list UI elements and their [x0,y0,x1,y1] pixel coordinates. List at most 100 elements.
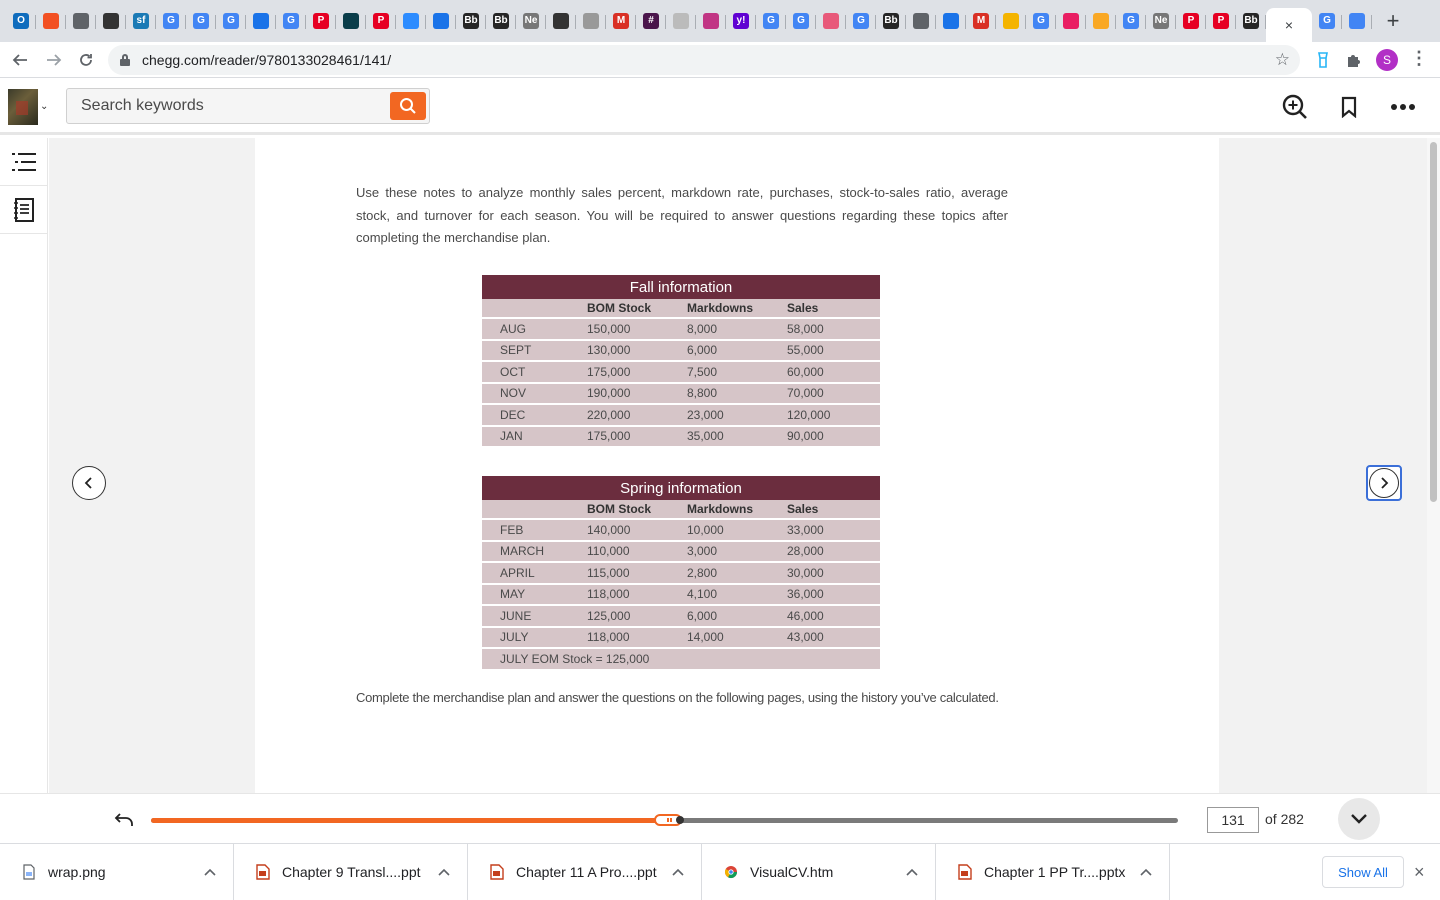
browser-tab[interactable] [336,6,366,36]
address-bar[interactable]: chegg.com/reader/9780133028461/141/ ☆ [108,45,1300,75]
month-cell: MARCH [482,541,587,563]
puzzle-icon[interactable] [1345,51,1363,69]
close-downloads-icon[interactable]: × [1414,862,1425,883]
progress-fill [151,818,668,823]
browser-tab[interactable] [816,6,846,36]
browser-tab[interactable] [546,6,576,36]
value-cell: 7,500 [687,362,787,384]
download-item[interactable]: Chapter 11 A Pro....ppt [468,843,702,900]
browser-tab[interactable]: Ne [516,6,546,36]
new-tab-button[interactable]: + [1378,6,1408,36]
browser-tab[interactable] [1342,6,1372,36]
table-of-contents-button[interactable] [0,138,48,186]
browser-tab[interactable]: O [6,6,36,36]
browser-tab[interactable]: G [1312,6,1342,36]
page-number-input[interactable] [1207,807,1259,833]
browser-tab[interactable]: Bb [1236,6,1266,36]
chevron-up-icon[interactable] [1139,865,1153,879]
browser-tab[interactable] [36,6,66,36]
return-button[interactable] [112,808,136,832]
browser-tab[interactable]: Ne [1146,6,1176,36]
chevron-up-icon[interactable] [203,865,217,879]
browser-tab[interactable]: sf [126,6,156,36]
chevron-down-icon[interactable]: ⌄ [40,101,48,112]
browser-tab[interactable]: P [1176,6,1206,36]
browser-tab[interactable] [246,6,276,36]
browser-tab[interactable]: y! [726,6,756,36]
search-input[interactable] [81,97,381,115]
search-button[interactable] [390,92,426,120]
bookmark-icon[interactable] [1335,93,1363,121]
fall-table-title: Fall information [482,275,880,299]
next-page-focus-ring [1366,465,1402,501]
extension-icon[interactable] [1314,51,1332,69]
show-all-downloads-button[interactable]: Show All [1322,856,1404,888]
value-cell: 70,000 [787,383,880,405]
browser-tab[interactable] [426,6,456,36]
vertical-scrollbar[interactable] [1427,138,1440,793]
browser-tab[interactable]: G [186,6,216,36]
browser-tab[interactable] [1056,6,1086,36]
zoom-in-icon[interactable] [1281,93,1309,121]
book-cover-thumbnail[interactable] [8,89,38,125]
browser-menu-icon[interactable]: ⋮ [1410,48,1428,69]
chevron-up-icon[interactable] [437,865,451,879]
month-cell: JAN [482,426,587,448]
scrollbar-thumb[interactable] [1430,142,1437,502]
browser-tab[interactable]: G [756,6,786,36]
browser-tab[interactable]: G [1026,6,1056,36]
browser-tab[interactable]: Bb [486,6,516,36]
browser-tab[interactable]: G [216,6,246,36]
next-page-button[interactable] [1369,468,1399,498]
profile-avatar[interactable]: S [1376,49,1398,71]
chevron-up-icon[interactable] [671,865,685,879]
browser-tab[interactable]: Bb [456,6,486,36]
browser-tab[interactable] [696,6,726,36]
browser-tab[interactable]: G [156,6,186,36]
browser-tab[interactable]: G [1116,6,1146,36]
column-header: BOM Stock [587,299,687,319]
close-tab-icon[interactable]: × [1285,17,1293,33]
browser-tab[interactable]: G [846,6,876,36]
browser-tab[interactable]: P [1206,6,1236,36]
browser-tab[interactable] [666,6,696,36]
bookmark-star-icon[interactable]: ☆ [1275,50,1290,70]
forward-icon[interactable] [38,44,70,76]
previous-page-button[interactable] [72,466,106,500]
browser-tab[interactable]: G [786,6,816,36]
browser-tab[interactable]: G [276,6,306,36]
collapse-button[interactable] [1338,798,1380,840]
chevron-up-icon[interactable] [905,865,919,879]
browser-tab[interactable]: Bb [876,6,906,36]
globe-icon [73,13,89,29]
column-header [482,500,587,520]
download-item[interactable]: VisualCV.htm [702,843,936,900]
browser-tab[interactable] [96,6,126,36]
browser-tab[interactable]: M [606,6,636,36]
reload-icon[interactable] [70,44,102,76]
browser-tab[interactable]: # [636,6,666,36]
chart-icon [583,13,599,29]
notebook-button[interactable] [0,186,48,234]
column-header: Sales [787,500,880,520]
download-item[interactable]: Chapter 1 PP Tr....pptx [936,843,1170,900]
reader-header: ⌄ [0,79,1440,135]
browser-tab[interactable] [906,6,936,36]
browser-tab[interactable]: M [966,6,996,36]
browser-tab[interactable]: P [306,6,336,36]
browser-tab[interactable] [66,6,96,36]
download-item[interactable]: Chapter 9 Transl....ppt [234,843,468,900]
browser-tab[interactable] [996,6,1026,36]
browser-tab[interactable] [936,6,966,36]
browser-tab[interactable]: P [366,6,396,36]
progress-track[interactable] [151,814,1178,826]
fall-table-row: NOV 190,000 8,800 70,000 [482,383,880,405]
active-tab[interactable]: × [1266,8,1312,42]
more-options-icon[interactable] [1389,93,1417,121]
back-icon[interactable] [4,44,36,76]
browser-tab[interactable] [576,6,606,36]
browser-tab[interactable] [396,6,426,36]
download-item[interactable]: wrap.png [0,843,234,900]
browser-tab[interactable] [1086,6,1116,36]
month-cell: FEB [482,520,587,542]
